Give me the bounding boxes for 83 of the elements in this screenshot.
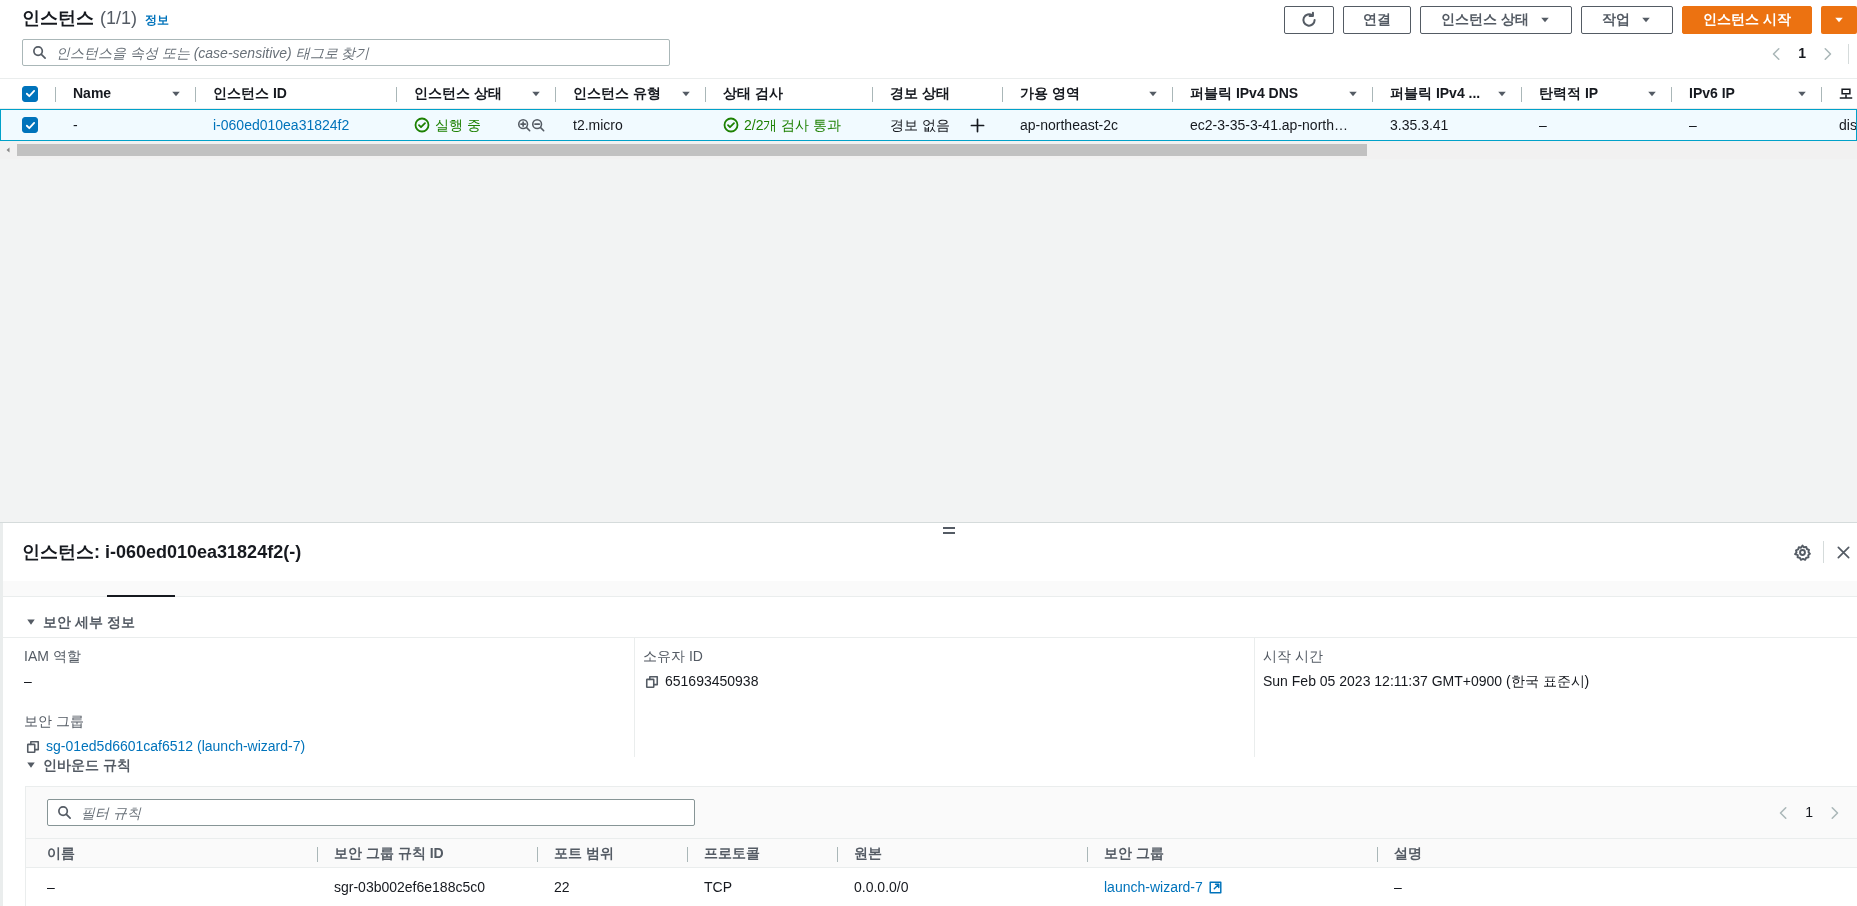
close-icon[interactable] (1836, 544, 1851, 560)
table-cell-text: t2.micro (573, 115, 623, 135)
check-circle-icon (414, 117, 430, 133)
status-text: 실행 중 (435, 115, 481, 135)
check-circle-icon (723, 117, 739, 133)
info-link[interactable]: 정보 (145, 11, 169, 29)
copy-icon[interactable] (26, 739, 40, 754)
checkbox[interactable] (22, 85, 38, 102)
field-value: Sun Feb 05 2023 12:11:37 GMT+0900 (한국 표준시) (1263, 672, 1590, 691)
connect-button[interactable]: 연결 (1343, 5, 1412, 34)
dropdown-button[interactable] (1821, 5, 1857, 34)
details-title: 인스턴스: i-060ed010ea31824f2(-) (22, 540, 302, 564)
table-cell-text: ap-northeast-2c (1020, 115, 1119, 135)
status-text: 2/2개 검사 통과 (744, 115, 842, 135)
column-header[interactable]: 모 (1839, 83, 1853, 104)
field-label: 소유자 ID (643, 647, 704, 666)
column-header[interactable]: 탄력적 IP (1539, 83, 1599, 104)
scrollbar-thumb[interactable] (17, 144, 1367, 156)
tab-underline (107, 595, 175, 597)
table-row[interactable]: - i-060ed010ea31824f2 실행 중 t2.micro 2/2개 검사 통과 경보 없음 ap-northeast-2c ec2-3-35-3-41.ap-north… 3.35.3.41 – – dis (0, 109, 1857, 141)
security-group-link[interactable]: sg-01ed5d6601caf6512 (launch-wizard-7) (46, 736, 306, 757)
table-cell-text: 0.0.0.0/0 (854, 877, 909, 897)
scrollbar[interactable] (0, 141, 1857, 159)
scroll-left-icon (4, 146, 12, 154)
external-link-icon[interactable] (1208, 880, 1222, 894)
search-icon (32, 45, 47, 60)
table-cell-text: 22 (554, 877, 570, 897)
section-title[interactable]: 보안 세부 정보 (43, 611, 135, 633)
column-header[interactable]: 설명 (1394, 842, 1422, 864)
column-header[interactable]: 인스턴스 유형 (573, 83, 661, 104)
dropdown-button[interactable]: 작업 (1581, 5, 1673, 34)
column-header[interactable]: 보안 그룹 규칙 ID (334, 842, 444, 864)
table-cell-text: 3.35.3.41 (1390, 115, 1449, 135)
page-number[interactable]: 1 (1805, 802, 1813, 823)
column-header[interactable]: 가용 영역 (1020, 83, 1080, 104)
table-cell-text: sgr-03b002ef6e188c5c0 (334, 877, 485, 897)
dropdown-button[interactable]: 인스턴스 상태 (1420, 5, 1572, 34)
column-header[interactable]: 퍼블릭 IPv4 ... (1390, 83, 1481, 104)
checkmark-icon (23, 87, 37, 100)
panel-title: 인스턴스 (22, 7, 94, 30)
field-label: 보안 그룹 (24, 712, 85, 731)
instance-count: (1/1) (100, 7, 137, 30)
resize-handle[interactable] (943, 527, 955, 534)
search-field[interactable]: 인스턴스을 속성 또는 (case-sensitive) 태그로 찾기 (22, 39, 670, 66)
column-header[interactable]: 인스턴스 상태 (414, 83, 502, 104)
table-cell-text: – (47, 877, 55, 897)
table-cell-text: ec2-3-35-3-41.ap-north… (1190, 115, 1348, 135)
column-header[interactable]: 퍼블릭 IPv4 DNS (1190, 83, 1299, 104)
page-number[interactable]: 1 (1798, 43, 1806, 64)
column-header[interactable]: 원본 (854, 842, 882, 864)
refresh-icon (1300, 10, 1319, 29)
field-value: – (24, 672, 32, 691)
filter-field[interactable]: 필터 규칙 (47, 799, 695, 826)
section-title[interactable]: 인바운드 규칙 (43, 754, 131, 776)
column-header[interactable]: 인스턴스 ID (213, 83, 287, 104)
table-cell-text: – (1539, 115, 1547, 135)
column-header[interactable]: 프로토콜 (704, 842, 760, 864)
table-cell-text: TCP (704, 877, 732, 897)
column-header[interactable]: 경보 상태 (890, 83, 950, 104)
zoom-out-icon[interactable] (531, 118, 545, 132)
search-icon (57, 805, 72, 820)
zoom-in-icon[interactable] (517, 118, 531, 132)
settings-icon[interactable] (1794, 543, 1811, 561)
field-value: 651693450938 (665, 672, 759, 691)
column-header[interactable]: Name (73, 83, 112, 104)
field-label: IAM 역할 (24, 647, 82, 666)
copy-icon[interactable] (645, 674, 659, 689)
column-header[interactable]: 보안 그룹 (1104, 842, 1164, 864)
column-header[interactable]: IPv6 IP (1689, 83, 1735, 104)
column-header[interactable]: 포트 범위 (554, 842, 614, 864)
instance-link[interactable]: i-060ed010ea31824f2 (213, 114, 350, 136)
checkbox[interactable] (22, 117, 38, 133)
plus-icon[interactable] (969, 117, 985, 133)
table-cell-text: – (1394, 877, 1402, 897)
field-label: 시작 시간 (1263, 647, 1324, 666)
refresh-button[interactable] (1284, 5, 1335, 34)
table-cell-text: 경보 없음 (890, 115, 950, 135)
table-cell-text: - (73, 115, 78, 135)
column-header[interactable]: 상태 검사 (723, 83, 783, 104)
column-header[interactable]: 이름 (47, 842, 75, 864)
table-cell-text: – (1689, 115, 1697, 135)
security-group-link[interactable]: launch-wizard-7 (1104, 876, 1203, 898)
table-cell-text: dis (1839, 115, 1856, 135)
